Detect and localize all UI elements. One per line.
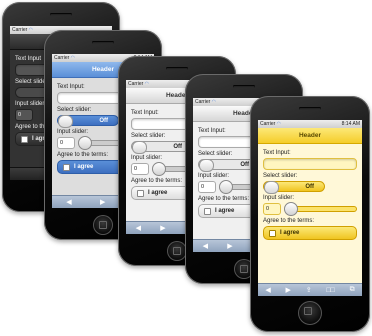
flip-switch-knob[interactable] — [199, 159, 214, 172]
slider-value-input[interactable]: 0 — [131, 163, 149, 175]
tabs-icon[interactable]: ⧉ — [350, 286, 355, 294]
forward-icon[interactable]: ▶ — [100, 198, 105, 206]
slider-track[interactable] — [284, 202, 357, 216]
agree-label: Agree to the terms: — [263, 218, 315, 224]
flip-switch[interactable]: Off — [57, 115, 119, 128]
input-slider-label: Input slider: — [263, 195, 295, 201]
phone-screen: Carrier ◠ 8:14 AM Header Text Input: Sel… — [258, 120, 362, 296]
page-header: Header — [258, 128, 362, 144]
wifi-icon: ◠ — [211, 99, 217, 105]
agree-checkbox[interactable]: I agree — [263, 226, 357, 240]
slider-value-input[interactable]: 0 — [198, 181, 216, 193]
browser-toolbar: ◀ ▶ ⇪ □□ ⧉ — [258, 283, 362, 296]
back-icon[interactable]: ◀ — [66, 198, 71, 206]
carrier-label: Carrier — [195, 99, 211, 105]
earpiece-speaker — [299, 107, 321, 110]
slider-value-input[interactable]: 0 — [263, 203, 281, 215]
home-button[interactable] — [298, 301, 322, 325]
carrier-label: Carrier — [12, 27, 28, 33]
flip-switch-knob[interactable] — [132, 141, 147, 154]
slider-thumb[interactable] — [78, 136, 92, 150]
slider-value-input[interactable]: 0 — [57, 137, 75, 149]
forward-icon[interactable]: ▶ — [286, 286, 291, 294]
flip-switch-value: Off — [99, 118, 108, 124]
earpiece-speaker — [50, 13, 72, 16]
slider-thumb[interactable] — [152, 162, 166, 176]
flip-switch-knob[interactable] — [58, 115, 73, 128]
flip-switch[interactable]: Off — [131, 141, 193, 154]
select-slider-label: Select slider: — [263, 173, 298, 179]
carrier-label: Carrier — [260, 121, 276, 127]
back-icon[interactable]: ◀ — [203, 242, 208, 250]
back-icon[interactable]: ◀ — [136, 224, 141, 232]
earpiece-speaker — [233, 85, 255, 88]
status-bar: Carrier ◠ 8:14 AM — [258, 120, 362, 128]
flip-switch-value: Off — [305, 184, 314, 190]
back-icon[interactable]: ◀ — [265, 286, 270, 294]
share-icon[interactable]: ⇪ — [306, 286, 312, 294]
home-button[interactable] — [167, 241, 187, 261]
slider-thumb[interactable] — [284, 202, 298, 216]
carrier-label: Carrier — [128, 81, 144, 87]
wifi-icon: ◠ — [70, 55, 76, 61]
flip-switch[interactable]: Off — [263, 181, 325, 194]
text-input-label: Text Input: — [263, 150, 291, 156]
flip-switch-knob[interactable] — [264, 181, 279, 194]
forward-icon[interactable]: ▶ — [160, 224, 165, 232]
earpiece-speaker — [92, 41, 114, 44]
wifi-icon: ◠ — [276, 121, 282, 127]
flip-switch-value: Off — [240, 162, 249, 168]
bookmarks-icon[interactable]: □□ — [326, 287, 334, 294]
forward-icon[interactable]: ▶ — [227, 242, 232, 250]
status-time: 8:14 AM — [341, 121, 360, 127]
wifi-icon: ◠ — [28, 27, 34, 33]
text-input[interactable] — [263, 158, 357, 170]
flip-switch-value: Off — [173, 144, 182, 150]
slider-thumb[interactable] — [219, 180, 233, 194]
wifi-icon: ◠ — [144, 81, 150, 87]
home-button[interactable] — [93, 215, 113, 235]
phone-yellow-theme: Carrier ◠ 8:14 AM Header Text Input: Sel… — [250, 96, 370, 332]
carrier-label: Carrier — [54, 55, 70, 61]
earpiece-speaker — [166, 67, 188, 70]
slider-value-input[interactable]: 0 — [15, 109, 33, 121]
